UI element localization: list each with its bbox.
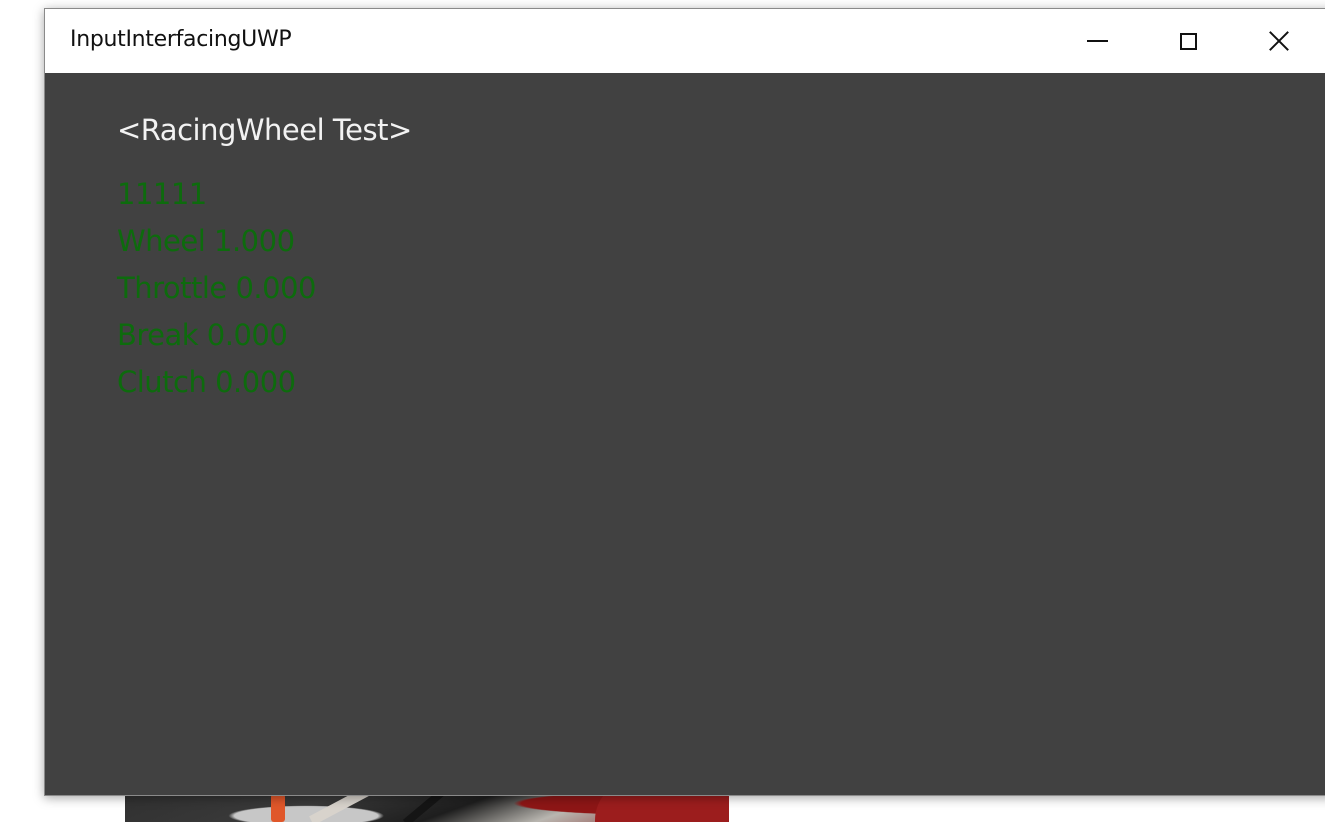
minimize-button[interactable] (1052, 9, 1142, 73)
clutch-readout: Clutch 0.000 (117, 365, 296, 399)
title-bar[interactable]: InputInterfacingUWP (45, 9, 1325, 73)
close-button[interactable] (1234, 9, 1324, 73)
throttle-readout: Throttle 0.000 (117, 271, 317, 305)
desktop: InputInterfacingUWP <RacingWheel Test> 1… (0, 0, 1325, 822)
status-readout: 11111 (117, 177, 207, 211)
break-readout: Break 0.000 (117, 318, 288, 352)
app-content: <RacingWheel Test> 11111 Wheel 1.000 Thr… (45, 73, 1325, 795)
maximize-icon (1179, 32, 1197, 50)
page-title: <RacingWheel Test> (117, 113, 412, 147)
wheel-readout: Wheel 1.000 (117, 224, 295, 258)
photo-detail (271, 794, 285, 822)
close-icon (1267, 29, 1291, 53)
minimize-icon (1086, 40, 1108, 42)
app-window: InputInterfacingUWP <RacingWheel Test> 1… (44, 8, 1325, 796)
maximize-button[interactable] (1143, 9, 1233, 73)
window-title: InputInterfacingUWP (70, 27, 292, 52)
